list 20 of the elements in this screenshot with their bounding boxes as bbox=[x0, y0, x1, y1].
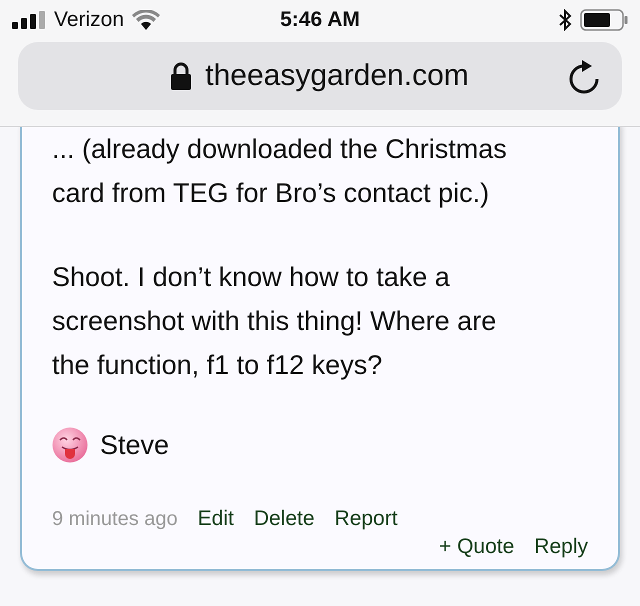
reply-action-link[interactable]: Reply bbox=[534, 535, 588, 559]
address-bar[interactable]: theeasygarden.com bbox=[18, 42, 622, 110]
wifi-icon bbox=[132, 10, 160, 30]
signature-name: Steve bbox=[100, 430, 170, 460]
tongue-emoji-icon bbox=[52, 427, 88, 463]
bluetooth-icon bbox=[558, 9, 572, 31]
clock-time: 5:46 AM bbox=[279, 8, 361, 32]
post-paragraph: Shoot. I don’t know how to take a screenshot with this thing! Where are the function, f1 to f12 keys? bbox=[52, 261, 498, 382]
reload-icon[interactable] bbox=[568, 60, 600, 94]
post-action-link[interactable]: Report bbox=[334, 507, 398, 531]
signal-icon bbox=[12, 11, 46, 29]
url-text: theeasygarden.com bbox=[205, 59, 469, 93]
carrier-name: Verizon bbox=[54, 8, 124, 32]
post-timestamp: 9 minutes ago bbox=[52, 508, 178, 530]
battery-icon bbox=[580, 9, 628, 31]
post-paragraph: ... (already downloaded the Christmas card from TEG for Bro’s contact pic.) bbox=[52, 133, 508, 210]
post-action-link[interactable]: Delete bbox=[254, 507, 315, 531]
post-action-link[interactable]: Edit bbox=[198, 507, 234, 531]
lock-icon bbox=[171, 62, 192, 90]
reply-action-link[interactable]: + Quote bbox=[438, 535, 514, 559]
